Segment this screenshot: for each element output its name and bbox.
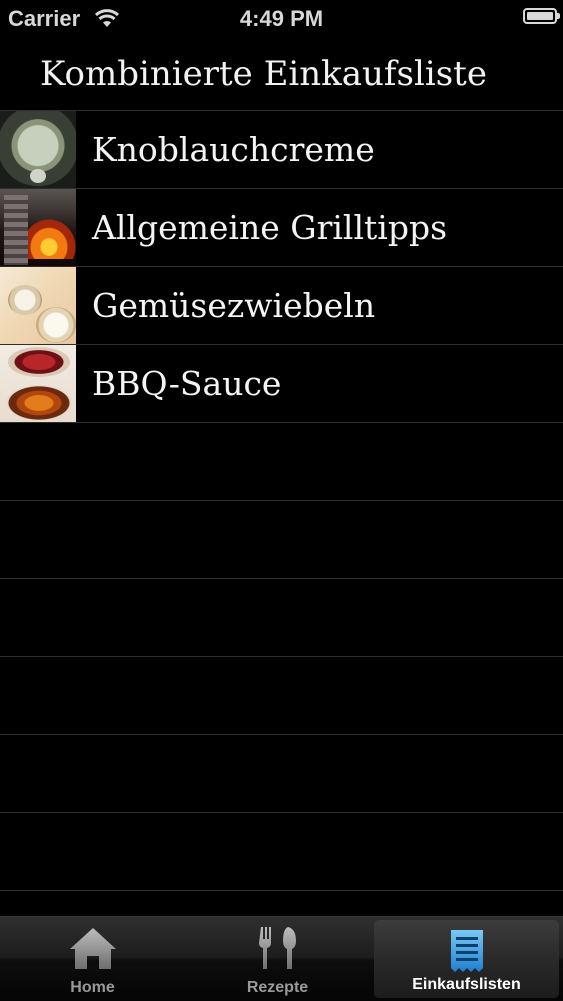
list-item[interactable]: Knoblauchcreme — [0, 111, 563, 189]
page-title: Kombinierte Einkaufsliste — [40, 54, 487, 94]
list-item-label: Knoblauchcreme — [92, 130, 375, 169]
tab-label: Einkaufslisten — [412, 976, 521, 993]
shopping-list: Knoblauchcreme Allgemeine Grilltipps Gem… — [0, 111, 563, 891]
list-item-label: BBQ-Sauce — [92, 364, 282, 403]
list-item-label: Allgemeine Grilltipps — [92, 208, 448, 247]
empty-row — [0, 735, 563, 813]
tab-label: Home — [70, 979, 115, 996]
list-item-label: Gemüsezwiebeln — [92, 286, 376, 325]
tab-rezepte[interactable]: Rezepte — [185, 917, 370, 1001]
list-icon — [450, 930, 483, 972]
empty-row — [0, 423, 563, 501]
garlic-cream-thumbnail — [0, 111, 76, 188]
list-item[interactable]: Gemüsezwiebeln — [0, 267, 563, 345]
bbq-sauce-thumbnail — [0, 345, 76, 422]
empty-row — [0, 813, 563, 891]
empty-row — [0, 657, 563, 735]
house-icon — [69, 928, 116, 969]
onions-thumbnail — [0, 267, 76, 344]
tab-bar: Home Rezepte Einkaufslisten — [0, 916, 563, 1001]
empty-row — [0, 579, 563, 657]
list-item[interactable]: Allgemeine Grilltipps — [0, 189, 563, 267]
tab-label: Rezepte — [246, 979, 309, 996]
empty-row — [0, 501, 563, 579]
tab-home[interactable]: Home — [0, 917, 185, 1001]
battery-icon — [523, 8, 560, 24]
grill-fire-thumbnail — [0, 189, 76, 266]
clock: 4:49 PM — [239, 6, 324, 31]
status-bar: Carrier 4:49 PM — [0, 0, 563, 38]
list-item[interactable]: BBQ-Sauce — [0, 345, 563, 423]
navigation-bar: Kombinierte Einkaufsliste — [0, 38, 563, 111]
tab-einkaufslisten[interactable]: Einkaufslisten — [374, 920, 559, 998]
fork-knife-icon — [258, 927, 296, 969]
